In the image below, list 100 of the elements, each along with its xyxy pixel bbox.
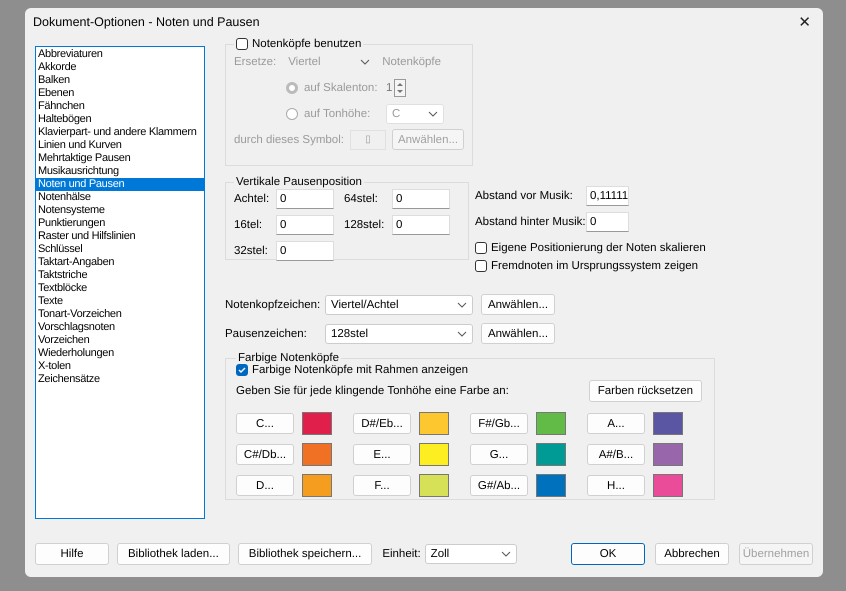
list-item[interactable]: Noten und Pausen	[36, 178, 204, 191]
chevron-icon	[360, 58, 370, 64]
spin-field[interactable]: 1	[386, 78, 406, 98]
footer-button[interactable]: Bibliothek laden...	[117, 543, 230, 565]
checkbox-label: Notenköpfe benutzen	[252, 38, 362, 50]
pitch-button[interactable]: A...	[587, 413, 645, 434]
group-title: Vertikale Pausenposition	[235, 176, 363, 188]
pitch-button[interactable]: E...	[353, 444, 411, 465]
list-item[interactable]: Linien und Kurven	[36, 139, 204, 152]
color-swatch[interactable]	[653, 412, 683, 435]
radio-button[interactable]	[286, 82, 298, 94]
field-label: Abstand vor Musik:	[475, 190, 574, 202]
checkbox-label: Farbige Notenköpfe mit Rahmen anzeigen	[252, 364, 468, 376]
text-field[interactable]: 0	[586, 212, 629, 232]
field-label: Einheit:	[382, 548, 421, 560]
color-swatch[interactable]	[536, 443, 566, 466]
list-item[interactable]: Vorschlagsnoten	[36, 321, 204, 334]
checkbox-label: Eigene Positionierung der Noten skalieren	[491, 242, 706, 254]
checkbox[interactable]	[236, 38, 248, 50]
checkbox[interactable]	[475, 242, 487, 254]
list-item[interactable]: X-tolen	[36, 360, 204, 373]
list-item[interactable]: Textblöcke	[36, 282, 204, 295]
field-label: Notenkopfzeichen:	[225, 298, 317, 310]
pitch-button[interactable]: A#/B...	[587, 444, 645, 465]
pitch-button[interactable]: G...	[470, 444, 528, 465]
close-button[interactable]: ✕	[792, 11, 817, 33]
field-label: Pausenzeichen:	[225, 328, 308, 340]
checkmark-icon	[237, 365, 247, 375]
list-item[interactable]: Wiederholungen	[36, 347, 204, 360]
list-item[interactable]: Zeichensätze	[36, 373, 204, 386]
color-swatch[interactable]	[653, 474, 683, 497]
text-field[interactable]: 0	[392, 189, 450, 209]
dropdown[interactable]: Zoll	[424, 544, 517, 564]
field-label: Achtel:	[234, 193, 270, 205]
window-title: Dokument-Optionen - Noten und Pausen	[33, 15, 260, 29]
list-item[interactable]: Tonart-Vorzeichen	[36, 308, 204, 321]
color-swatch[interactable]	[536, 412, 566, 435]
list-item[interactable]: Schlüssel	[36, 243, 204, 256]
color-swatch[interactable]	[302, 412, 332, 435]
text-field[interactable]: 0	[276, 241, 334, 261]
field-label: 128stel:	[344, 219, 386, 231]
list-item[interactable]: Klavierpart- und andere Klammern	[36, 126, 204, 139]
list-item[interactable]: Punktierungen	[36, 217, 204, 230]
color-swatch[interactable]	[419, 474, 449, 497]
reset-button[interactable]: Farben rücksetzen	[588, 380, 702, 402]
chevron-icon	[428, 110, 438, 116]
list-item[interactable]: Vorzeichen	[36, 334, 204, 347]
footer-button[interactable]: Bibliothek speichern...	[238, 543, 372, 565]
list-item[interactable]: Ebenen	[36, 87, 204, 100]
checkbox-label: Fremdnoten im Ursprungssystem zeigen	[491, 260, 698, 272]
field-label: Abstand hinter Musik:	[475, 216, 586, 228]
color-swatch[interactable]	[653, 443, 683, 466]
field-label: 16tel:	[234, 219, 264, 231]
color-swatch[interactable]	[536, 474, 566, 497]
color-swatch[interactable]	[302, 474, 332, 497]
dropdown[interactable]: 128stel	[325, 324, 473, 344]
text-field[interactable]: 0	[392, 215, 450, 235]
list-item[interactable]: Texte	[36, 295, 204, 308]
pitch-button[interactable]: D...	[236, 475, 294, 496]
list-item[interactable]: Mehrtaktige Pausen	[36, 152, 204, 165]
checkbox[interactable]	[475, 260, 487, 272]
list-item[interactable]: Balken	[36, 74, 204, 87]
field-label: Ersetze:	[234, 56, 276, 68]
list-item[interactable]: Musikausrichtung	[36, 165, 204, 178]
pitch-button[interactable]: D#/Eb...	[353, 413, 411, 434]
choose-button[interactable]: Anwählen...	[481, 323, 555, 344]
text-field[interactable]: 0,11111	[586, 186, 629, 206]
list-item[interactable]: Abbreviaturen	[36, 48, 204, 61]
radio-label: auf Skalenton:	[304, 82, 379, 94]
text-field[interactable]: 0	[276, 215, 334, 235]
list-item[interactable]: Akkorde	[36, 61, 204, 74]
field-label: 32stel:	[234, 245, 269, 257]
instruction-text: Geben Sie für jede klingende Tonhöhe eine Farbe an:	[236, 385, 509, 397]
list-item[interactable]: Taktart-Angaben	[36, 256, 204, 269]
list-item[interactable]: Fähnchen	[36, 100, 204, 113]
text-field[interactable]: 0	[276, 189, 334, 209]
list-item[interactable]: Raster und Hilfslinien	[36, 230, 204, 243]
radio-button[interactable]	[286, 108, 298, 120]
list-item[interactable]: Taktstriche	[36, 269, 204, 282]
list-item[interactable]: Notensysteme	[36, 204, 204, 217]
footer-button[interactable]: Hilfe	[35, 543, 109, 565]
pitch-button[interactable]: H...	[587, 475, 645, 496]
group-title: Farbige Notenköpfe	[237, 352, 340, 364]
pitch-button[interactable]: G#/Ab...	[470, 475, 528, 496]
color-swatch[interactable]	[302, 443, 332, 466]
dialog-button[interactable]: OK	[571, 543, 645, 565]
pitch-button[interactable]: F#/Gb...	[470, 413, 528, 434]
pitch-button[interactable]: C...	[236, 413, 294, 434]
checkbox[interactable]	[236, 364, 248, 376]
list-item[interactable]: Notenhälse	[36, 191, 204, 204]
field-label: Notenköpfe	[382, 56, 442, 68]
color-swatch[interactable]	[419, 412, 449, 435]
pitch-button[interactable]: F...	[353, 475, 411, 496]
color-swatch[interactable]	[419, 443, 449, 466]
dropdown[interactable]: Viertel/Achtel	[325, 294, 473, 314]
pitch-button[interactable]: C#/Db...	[236, 444, 294, 465]
choose-button[interactable]: Anwählen...	[481, 294, 555, 315]
list-item[interactable]: Haltebögen	[36, 113, 204, 126]
dialog-button[interactable]: Abbrechen	[655, 543, 729, 565]
field-label: durch dieses Symbol:	[234, 134, 344, 146]
